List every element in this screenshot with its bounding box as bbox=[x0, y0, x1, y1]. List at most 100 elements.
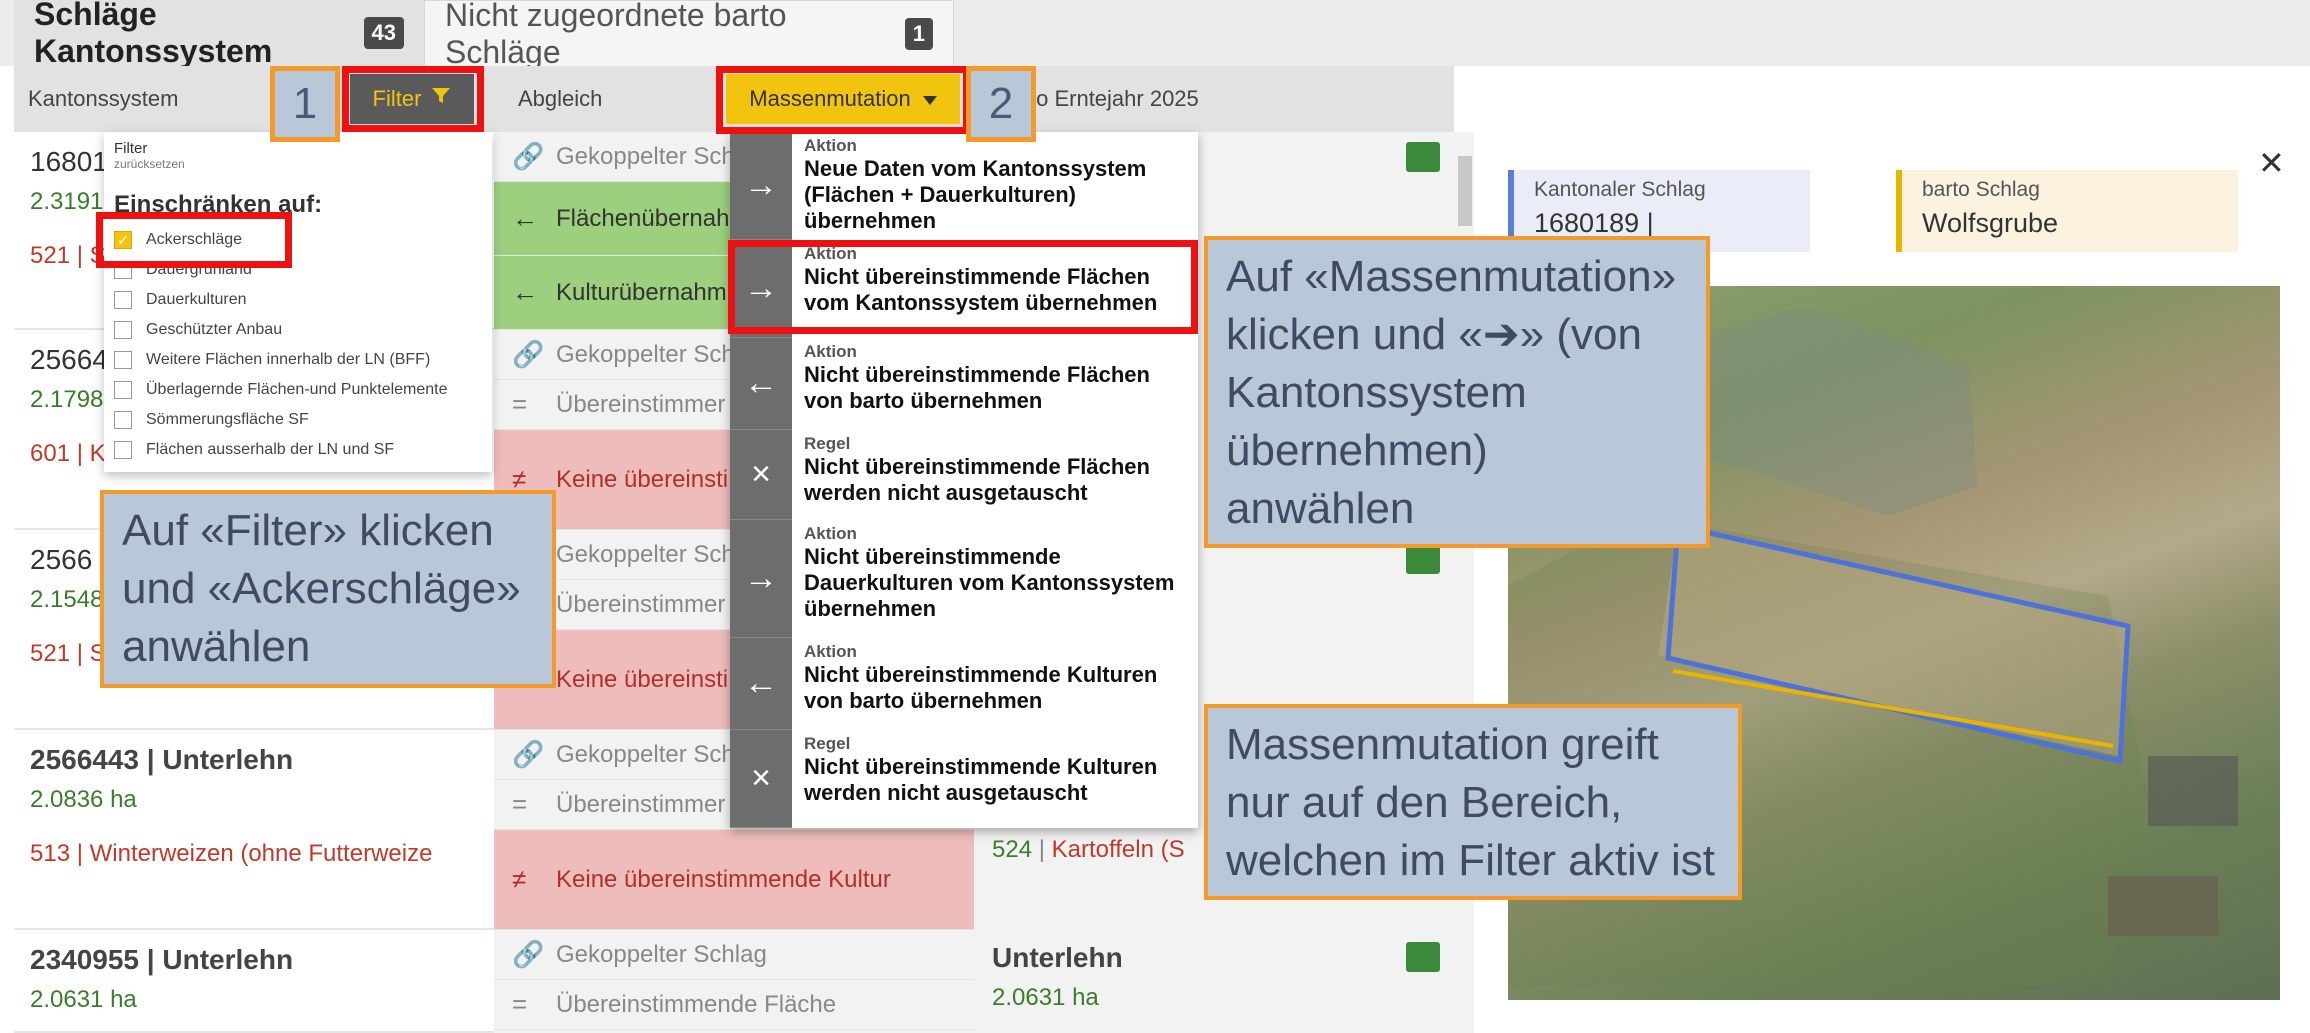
menu-item-label: Nicht übereinstimmende Kulturen werden n… bbox=[804, 754, 1158, 805]
column-header-kantonssystem: Kantonssystem bbox=[28, 86, 179, 111]
close-icon: × bbox=[730, 430, 792, 520]
filter-reset-link[interactable]: zurücksetzen bbox=[114, 157, 482, 171]
filter-option-label: Überlagernde Flächen-und Punktelemente bbox=[146, 381, 448, 398]
step-marker-1: 1 bbox=[270, 66, 340, 142]
menu-item-kind: Regel bbox=[804, 434, 851, 453]
menu-item[interactable]: ← Aktion Nicht übereinstimmende Flächen vo… bbox=[730, 338, 1198, 430]
erntejahr-label: to Erntejahr 2025 bbox=[1030, 86, 1199, 111]
match-row: = Übereinstimmende Fläche bbox=[494, 980, 974, 1030]
row-label: Flächenübernah bbox=[556, 204, 730, 232]
row-label: Übereinstimmer bbox=[556, 790, 726, 818]
menu-item-label: Neue Daten vom Kantonssystem (Flächen + … bbox=[804, 156, 1147, 233]
tab-label: Schläge Kantonssystem bbox=[34, 0, 273, 69]
menu-item-text: Aktion Neue Daten vom Kantonssystem (Fläc… bbox=[792, 132, 1198, 240]
link-icon: 🔗 bbox=[512, 939, 545, 969]
filter-panel: Filter zurücksetzen Einschränken auf: ✓ A… bbox=[104, 132, 492, 472]
row-label: Gekoppelter Sch bbox=[556, 340, 735, 368]
equals-icon: = bbox=[512, 789, 528, 819]
schlag-id: 2340955 | Unterlehn bbox=[30, 944, 294, 975]
row-label: Keine übereinstimmende Kultur bbox=[556, 865, 891, 893]
filter-option-label: Flächen ausserhalb der LN und SF bbox=[146, 441, 395, 458]
menu-item[interactable]: ← Aktion Nicht übereinstimmende Kulturen v… bbox=[730, 638, 1198, 730]
menu-item-kind: Aktion bbox=[804, 524, 857, 543]
abgleich-button[interactable]: Abgleich bbox=[518, 66, 602, 132]
arrow-right-icon: → bbox=[730, 132, 792, 240]
menu-item-label: Nicht übereinstimmende Flächen von barto… bbox=[804, 362, 1150, 413]
menu-item-label: Nicht übereinstimmende Dauerkulturen vom… bbox=[804, 544, 1175, 621]
row-label: Kulturübernahm bbox=[556, 278, 727, 306]
highlight-massenmutation bbox=[716, 66, 970, 134]
menu-item-label: Nicht übereinstimmende Flächen werden ni… bbox=[804, 454, 1150, 505]
close-icon[interactable]: ✕ bbox=[2258, 144, 2285, 182]
menu-item-label: Nicht übereinstimmende Kulturen von bart… bbox=[804, 662, 1158, 713]
filter-option[interactable]: Flächen ausserhalb der LN und SF bbox=[114, 435, 482, 465]
menu-item[interactable]: × Regel Nicht übereinstimmende Flächen wer… bbox=[730, 430, 1198, 520]
checkbox[interactable] bbox=[114, 411, 132, 429]
checkbox[interactable] bbox=[114, 291, 132, 309]
mismatch-row[interactable]: ≠ Keine übereinstimmende Kultur bbox=[494, 830, 974, 930]
highlight-filter bbox=[342, 66, 484, 132]
checkbox[interactable] bbox=[114, 381, 132, 399]
filter-option[interactable]: Weitere Flächen innerhalb der LN (BFF) bbox=[114, 345, 482, 375]
checkbox[interactable] bbox=[114, 321, 132, 339]
barto-schlag-name: Unterlehn bbox=[992, 942, 1123, 973]
menu-item[interactable]: → Aktion Neue Daten vom Kantonssystem (Flä… bbox=[730, 132, 1198, 240]
arrow-left-icon: ← bbox=[512, 277, 538, 307]
filter-option[interactable]: Dauerkulturen bbox=[114, 285, 482, 315]
menu-item-kind: Regel bbox=[804, 734, 851, 753]
menu-item-kind: Aktion bbox=[804, 342, 857, 361]
row-label: Keine übereinsti bbox=[556, 465, 729, 493]
menu-item[interactable]: × Regel Nicht übereinstimmende Kulturen we… bbox=[730, 730, 1198, 828]
arrow-left-icon: ← bbox=[512, 203, 538, 233]
tab-kantonssystem[interactable]: Schläge Kantonssystem 43 bbox=[14, 0, 424, 69]
barto-icon bbox=[1406, 544, 1440, 574]
close-icon: × bbox=[730, 730, 792, 828]
callout-scope: Massenmutation greift nur auf den Bereic… bbox=[1204, 704, 1742, 900]
row-label: Keine übereinsti bbox=[556, 665, 729, 693]
row-label: Übereinstimmer bbox=[556, 590, 726, 618]
compare-cell: 🔗 Gekoppelter Schlag = Übereinstimmende Fl… bbox=[494, 930, 974, 1033]
barto-schlag-area: 2.0631 ha bbox=[992, 984, 1099, 1011]
checkbox[interactable] bbox=[114, 441, 132, 459]
filter-title: Filter bbox=[114, 140, 148, 157]
tab-nicht-zugeordnet[interactable]: Nicht zugeordnete barto Schläge 1 bbox=[424, 0, 954, 70]
filter-option-label: Dauerkulturen bbox=[146, 291, 247, 308]
scrollbar-thumb[interactable] bbox=[1458, 156, 1472, 226]
equals-icon: = bbox=[512, 989, 528, 1019]
not-equal-icon: ≠ bbox=[512, 864, 527, 894]
menu-item-text: Aktion Nicht übereinstimmende Dauerkultur… bbox=[792, 520, 1198, 638]
equals-icon: = bbox=[512, 389, 528, 419]
card-label: barto Schlag bbox=[1922, 178, 2040, 201]
menu-item-text: Aktion Nicht übereinstimmende Flächen von… bbox=[792, 338, 1198, 430]
count-badge: 43 bbox=[363, 17, 404, 49]
highlight-ackerschlaege bbox=[96, 212, 292, 268]
row-label: Übereinstimmer bbox=[556, 390, 726, 418]
row-label: Gekoppelter Sch bbox=[556, 740, 735, 768]
menu-item-text: Regel Nicht übereinstimmende Flächen werd… bbox=[792, 430, 1198, 520]
table-row[interactable]: 2566443 | Unterlehn 2.0836 ha 513 | Wint… bbox=[14, 730, 494, 930]
card-value: Wolfsgrube bbox=[1922, 208, 2059, 238]
schlag-area: 2.0631 ha bbox=[30, 986, 137, 1013]
filter-option-label: Sömmerungsfläche SF bbox=[146, 411, 309, 428]
barto-cell: Unterlehn 2.0631 ha bbox=[974, 930, 1456, 1033]
arrow-left-icon: ← bbox=[730, 338, 792, 430]
menu-item[interactable]: → Aktion Nicht übereinstimmende Dauerkultu… bbox=[730, 520, 1198, 638]
barto-kultur-name: Kartoffeln (S bbox=[1051, 836, 1185, 863]
menu-item-text: Regel Nicht übereinstimmende Kulturen wer… bbox=[792, 730, 1198, 828]
massenmutation-menu: → Aktion Neue Daten vom Kantonssystem (Flä… bbox=[730, 132, 1198, 828]
menu-item-text: Aktion Nicht übereinstimmende Kulturen vo… bbox=[792, 638, 1198, 730]
checkbox[interactable] bbox=[114, 351, 132, 369]
barto-icon bbox=[1406, 142, 1440, 172]
barto-schlag-card: barto Schlag Wolfsgrube bbox=[1896, 170, 2238, 252]
filter-option[interactable]: Überlagernde Flächen-und Punktelemente bbox=[114, 375, 482, 405]
arrow-right-icon: → bbox=[730, 520, 792, 638]
schlag-id: 2566443 | Unterlehn bbox=[30, 744, 294, 775]
filter-option-label: Weitere Flächen innerhalb der LN (BFF) bbox=[146, 351, 431, 368]
filter-option[interactable]: Sömmerungsfläche SF bbox=[114, 405, 482, 435]
filter-option[interactable]: Geschützter Anbau bbox=[114, 315, 482, 345]
filter-option-label: Geschützter Anbau bbox=[146, 321, 283, 338]
schlag-kultur: 513 | Winterweizen (ohne Futterweize bbox=[30, 840, 433, 867]
step-marker-2: 2 bbox=[966, 66, 1036, 142]
table-row[interactable]: 2340955 | Unterlehn 2.0631 ha bbox=[14, 930, 494, 1033]
card-label: Kantonaler Schlag bbox=[1534, 178, 1706, 201]
